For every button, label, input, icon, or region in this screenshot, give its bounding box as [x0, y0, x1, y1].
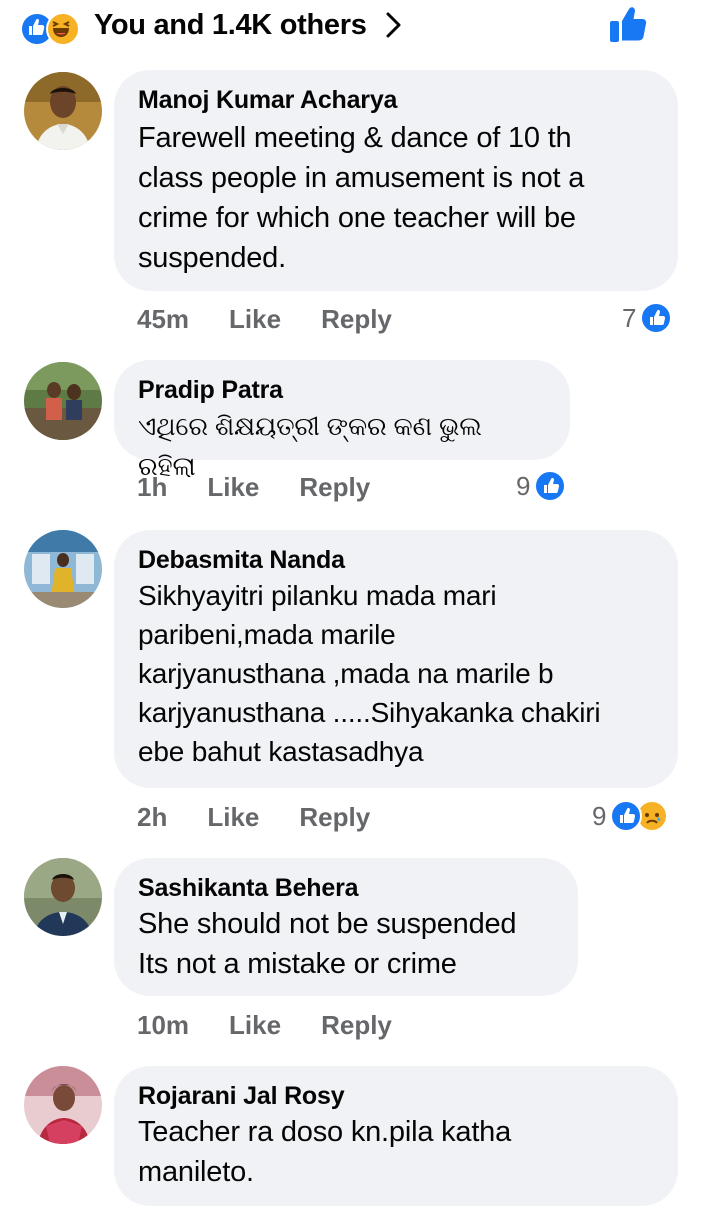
reaction-icons — [20, 8, 88, 46]
comment-reaction-count[interactable]: 9 — [592, 800, 669, 832]
reply-button[interactable]: Reply — [299, 472, 370, 503]
reactions-summary[interactable]: You and 1.4K others — [20, 0, 680, 50]
like-button[interactable]: Like — [229, 1010, 281, 1041]
comment-reaction-count[interactable]: 7 — [622, 302, 673, 334]
comment-author[interactable]: Debasmita Nanda — [138, 544, 654, 576]
reply-button[interactable]: Reply — [299, 802, 370, 833]
like-button[interactable]: Like — [207, 802, 259, 833]
like-button-icon[interactable] — [608, 4, 650, 46]
comment-text: Sikhyayitri pilanku mada mari paribeni,m… — [138, 580, 601, 767]
comment-time[interactable]: 45m — [137, 304, 189, 335]
avatar[interactable] — [24, 1066, 102, 1144]
comment-actions: 10m Like Reply — [137, 1010, 432, 1041]
avatar[interactable] — [24, 362, 102, 440]
comment-author[interactable]: Sashikanta Behera — [138, 872, 554, 904]
avatar[interactable] — [24, 530, 102, 608]
like-button[interactable]: Like — [207, 472, 259, 503]
comment-time[interactable]: 2h — [137, 802, 167, 833]
reply-button[interactable]: Reply — [321, 304, 392, 335]
comment-bubble[interactable]: Pradip Patra ଏଥିରେ ଶିକ୍ଷୟତ୍ରୀ ଙ୍କର କଣ ଭୁ… — [114, 360, 570, 481]
comment-text: Farewell meeting & dance of 10 th class … — [138, 122, 585, 274]
chevron-right-icon[interactable] — [385, 10, 407, 40]
reaction-count-number: 7 — [622, 302, 637, 333]
comment-actions: 45m Like Reply — [137, 304, 432, 335]
comment-text: She should not be suspended Its not a mi… — [138, 908, 517, 980]
comment-bubble[interactable]: Debasmita Nanda Sikhyayitri pilanku mada… — [114, 530, 678, 788]
comment-actions: 2h Like Reply — [137, 802, 410, 833]
reaction-count-number: 9 — [592, 800, 607, 831]
reactions-count-text[interactable]: You and 1.4K others — [94, 9, 367, 42]
like-button[interactable]: Like — [229, 304, 281, 335]
avatar[interactable] — [24, 858, 102, 936]
comment-bubble[interactable]: Rojarani Jal Rosy Teacher ra doso kn.pil… — [114, 1066, 678, 1206]
like-icon — [610, 800, 643, 832]
comment-text: Teacher ra doso kn.pila katha manileto. — [138, 1116, 512, 1188]
comment-time[interactable]: 10m — [137, 1010, 189, 1041]
reaction-count-number: 9 — [516, 470, 531, 501]
avatar[interactable] — [24, 72, 102, 150]
reply-button[interactable]: Reply — [321, 1010, 392, 1041]
comment-bubble[interactable]: Sashikanta Behera She should not be susp… — [114, 858, 578, 996]
like-icon — [534, 470, 567, 502]
comment-bubble[interactable]: Manoj Kumar Acharya Farewell meeting & d… — [114, 70, 678, 291]
comment-time[interactable]: 1h — [137, 472, 167, 503]
comment-author[interactable]: Rojarani Jal Rosy — [138, 1080, 654, 1112]
comment-author[interactable]: Manoj Kumar Acharya — [138, 84, 654, 116]
comment-author[interactable]: Pradip Patra — [138, 374, 546, 406]
comment-actions: 1h Like Reply — [137, 472, 410, 503]
comment-reaction-count[interactable]: 9 — [516, 470, 567, 502]
haha-icon — [46, 12, 80, 46]
like-icon — [640, 302, 673, 334]
